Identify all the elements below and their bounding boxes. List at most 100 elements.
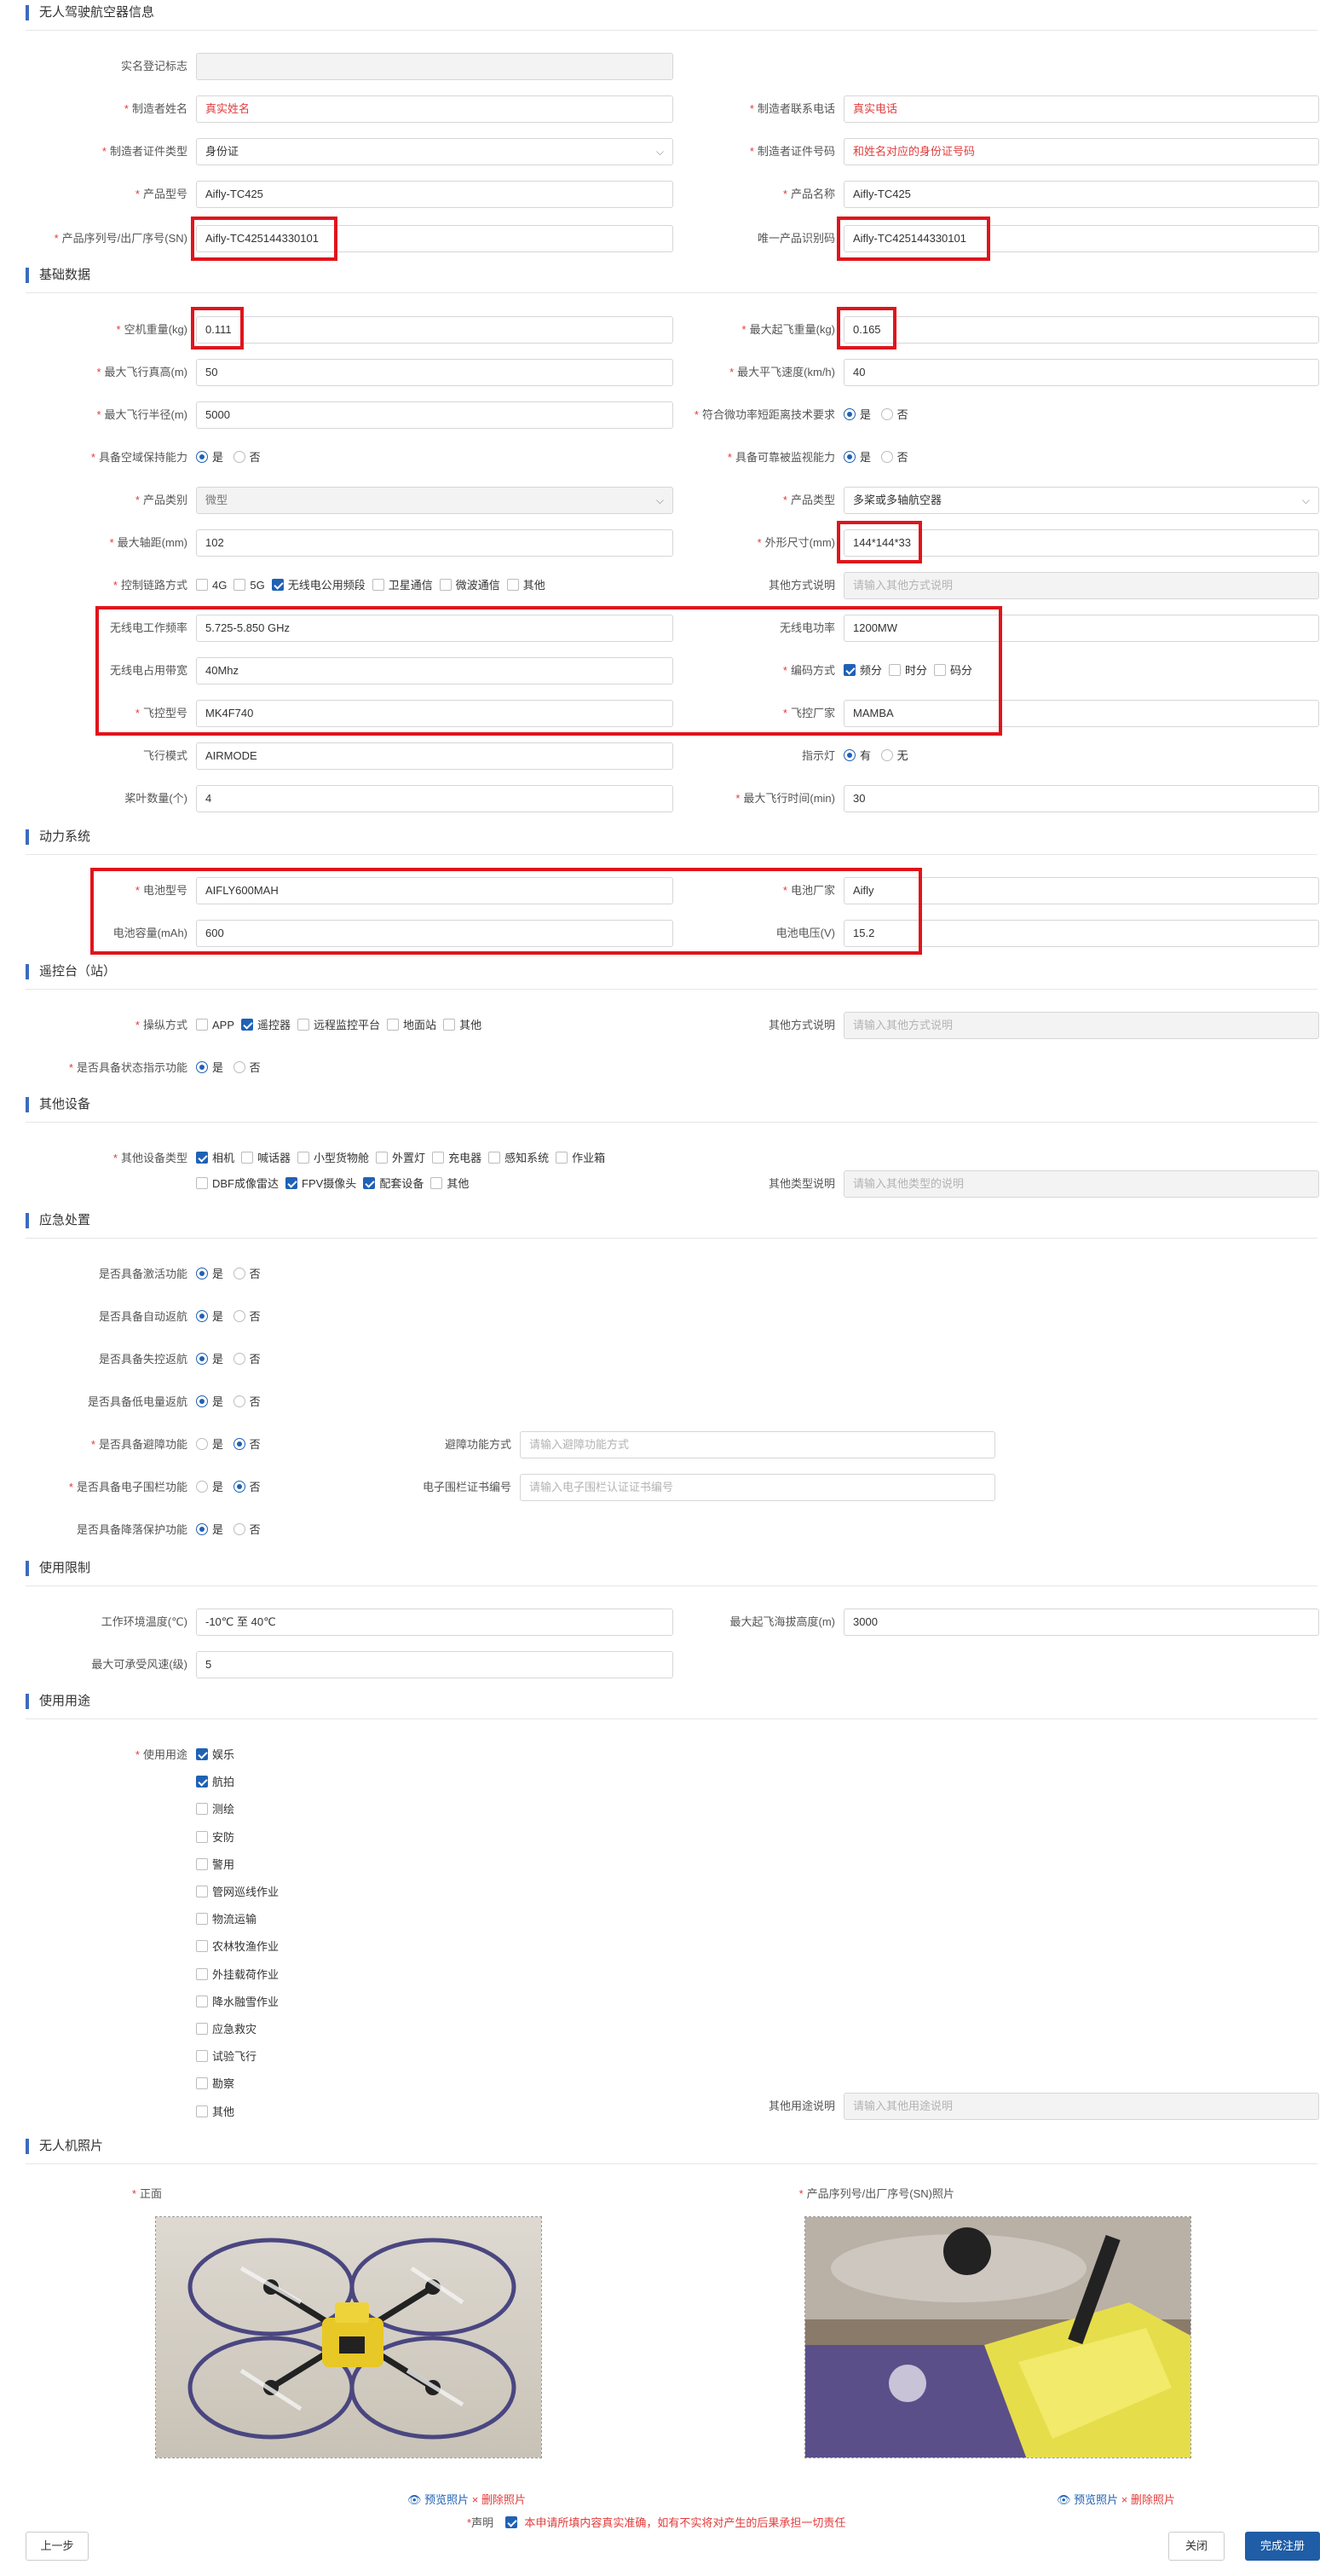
status-indicator-no[interactable]: 否 (233, 1054, 261, 1082)
link-option[interactable]: 其他 (506, 572, 545, 599)
purpose-option[interactable]: 管网巡线作业 (196, 1885, 279, 1900)
max-speed-input[interactable]: 40 (844, 359, 1319, 386)
maker-name-input[interactable]: 真实姓名 (196, 95, 673, 123)
checkbox[interactable] (556, 1152, 568, 1164)
landing-yes[interactable]: 是 (196, 1516, 223, 1544)
indicator-no[interactable]: 无 (880, 742, 908, 770)
rc-mode-option[interactable]: 其他 (443, 1012, 481, 1039)
purpose-option[interactable]: 外挂载荷作业 (196, 1967, 279, 1983)
equipment-option[interactable]: 外置灯 (376, 1145, 425, 1172)
altitude-input[interactable]: 3000 (844, 1609, 1319, 1636)
checkbox[interactable] (196, 2050, 208, 2063)
checkbox[interactable] (488, 1152, 501, 1164)
front-photo[interactable] (155, 2216, 542, 2458)
checkbox[interactable] (241, 1019, 254, 1031)
checkbox[interactable] (196, 1857, 208, 1870)
rc-mode-option[interactable]: 地面站 (387, 1012, 436, 1039)
checkbox[interactable] (196, 1886, 208, 1897)
purpose-option[interactable]: 警用 (196, 1857, 234, 1873)
landing-no[interactable]: 否 (233, 1516, 261, 1544)
rc-mode-option[interactable]: APP (196, 1012, 234, 1039)
fence-no[interactable]: 否 (233, 1474, 261, 1501)
checkbox[interactable] (196, 1748, 208, 1760)
purpose-option[interactable]: 物流运输 (196, 1912, 256, 1927)
avoid-method-input[interactable]: 请输入避障功能方式 (520, 1431, 995, 1458)
purpose-option[interactable]: 勘察 (196, 2076, 234, 2092)
airspace-yes[interactable]: 是 (196, 444, 223, 471)
checkbox[interactable] (196, 1940, 208, 1953)
checkbox[interactable] (196, 1913, 208, 1926)
checkbox[interactable] (196, 2077, 208, 2090)
checkbox[interactable] (271, 579, 284, 591)
checkbox[interactable] (196, 1830, 208, 1843)
close-icon[interactable]: × (1121, 2493, 1128, 2506)
front-preview-link[interactable]: 预览照片 (424, 2493, 469, 2506)
front-delete-link[interactable]: 删除照片 (481, 2493, 526, 2506)
link-option[interactable]: 微波通信 (439, 572, 500, 599)
equipment-option[interactable]: 其他 (430, 1170, 469, 1198)
monitor-no[interactable]: 否 (880, 444, 908, 471)
checkbox[interactable] (506, 579, 519, 591)
checkbox[interactable] (233, 579, 246, 591)
sn-photo[interactable] (804, 2216, 1191, 2458)
checkbox[interactable] (196, 1995, 208, 2007)
lost-return-no[interactable]: 否 (233, 1346, 261, 1373)
checkbox[interactable] (196, 2105, 208, 2117)
close-icon[interactable]: × (472, 2493, 479, 2506)
status-indicator-yes[interactable]: 是 (196, 1054, 223, 1082)
purpose-option[interactable]: 降水融雪作业 (196, 1995, 279, 2010)
realname-input[interactable] (196, 53, 673, 80)
link-option[interactable]: 4G (196, 572, 227, 599)
avoid-no[interactable]: 否 (233, 1431, 261, 1458)
checkbox[interactable] (297, 1019, 310, 1031)
checkbox[interactable] (196, 1177, 208, 1189)
low-batt-no[interactable]: 否 (233, 1389, 261, 1416)
link-option[interactable]: 无线电公用频段 (271, 572, 366, 599)
link-option[interactable]: 5G (233, 572, 265, 599)
low-batt-yes[interactable]: 是 (196, 1389, 223, 1416)
equipment-option[interactable]: 作业箱 (556, 1145, 605, 1172)
equipment-option[interactable]: FPV摄像头 (285, 1170, 356, 1198)
checkbox[interactable] (387, 1019, 400, 1031)
checkbox[interactable] (196, 1967, 208, 1980)
fence-cert-input[interactable]: 请输入电子围栏认证证书编号 (520, 1474, 995, 1501)
other-link-input[interactable]: 请输入其他方式说明 (844, 572, 1319, 599)
indicator-yes[interactable]: 有 (844, 742, 871, 770)
max-time-input[interactable]: 30 (844, 785, 1319, 812)
purpose-option[interactable]: 安防 (196, 1830, 234, 1845)
max-radius-input[interactable]: 5000 (196, 401, 673, 429)
purpose-option[interactable]: 应急救灾 (196, 2022, 256, 2037)
id-type-select[interactable]: 身份证 ⌵ (196, 138, 673, 165)
sn-delete-link[interactable]: 删除照片 (1131, 2493, 1175, 2506)
equipment-option[interactable]: 喊话器 (241, 1145, 291, 1172)
id-no-input[interactable]: 和姓名对应的身份证号码 (844, 138, 1319, 165)
max-takeoff-input[interactable]: 0.165 (844, 316, 1319, 344)
checkbox[interactable] (241, 1152, 254, 1164)
checkbox[interactable] (376, 1152, 389, 1164)
rc-mode-option[interactable]: 遥控器 (241, 1012, 291, 1039)
finish-button[interactable]: 完成注册 (1245, 2532, 1320, 2561)
purpose-option[interactable]: 航拍 (196, 1775, 234, 1790)
purpose-option[interactable]: 农林牧渔作业 (196, 1939, 279, 1955)
checkbox[interactable] (430, 1177, 443, 1189)
avoid-yes[interactable]: 是 (196, 1431, 223, 1458)
sn-preview-link[interactable]: 预览照片 (1074, 2493, 1118, 2506)
checkbox[interactable] (196, 2023, 208, 2035)
wheelbase-input[interactable]: 102 (196, 529, 673, 557)
equipment-option[interactable]: 小型货物舱 (297, 1145, 369, 1172)
fence-yes[interactable]: 是 (196, 1474, 223, 1501)
purpose-option[interactable]: 测绘 (196, 1802, 234, 1817)
checkbox[interactable] (196, 1776, 208, 1788)
monitor-yes[interactable]: 是 (844, 444, 871, 471)
type-select[interactable]: 多桨或多轴航空器 ⌵ (844, 487, 1319, 514)
declaration-checkbox[interactable] (504, 2516, 517, 2528)
equipment-option[interactable]: 配套设备 (363, 1170, 424, 1198)
micro-power-no[interactable]: 否 (880, 401, 908, 429)
purpose-option[interactable]: 其他 (196, 2105, 234, 2120)
checkbox[interactable] (297, 1152, 310, 1164)
checkbox[interactable] (196, 1152, 208, 1164)
checkbox[interactable] (196, 579, 208, 591)
lost-return-yes[interactable]: 是 (196, 1346, 223, 1373)
prev-button[interactable]: 上一步 (26, 2532, 89, 2561)
temp-input[interactable]: -10℃ 至 40℃ (196, 1609, 673, 1636)
